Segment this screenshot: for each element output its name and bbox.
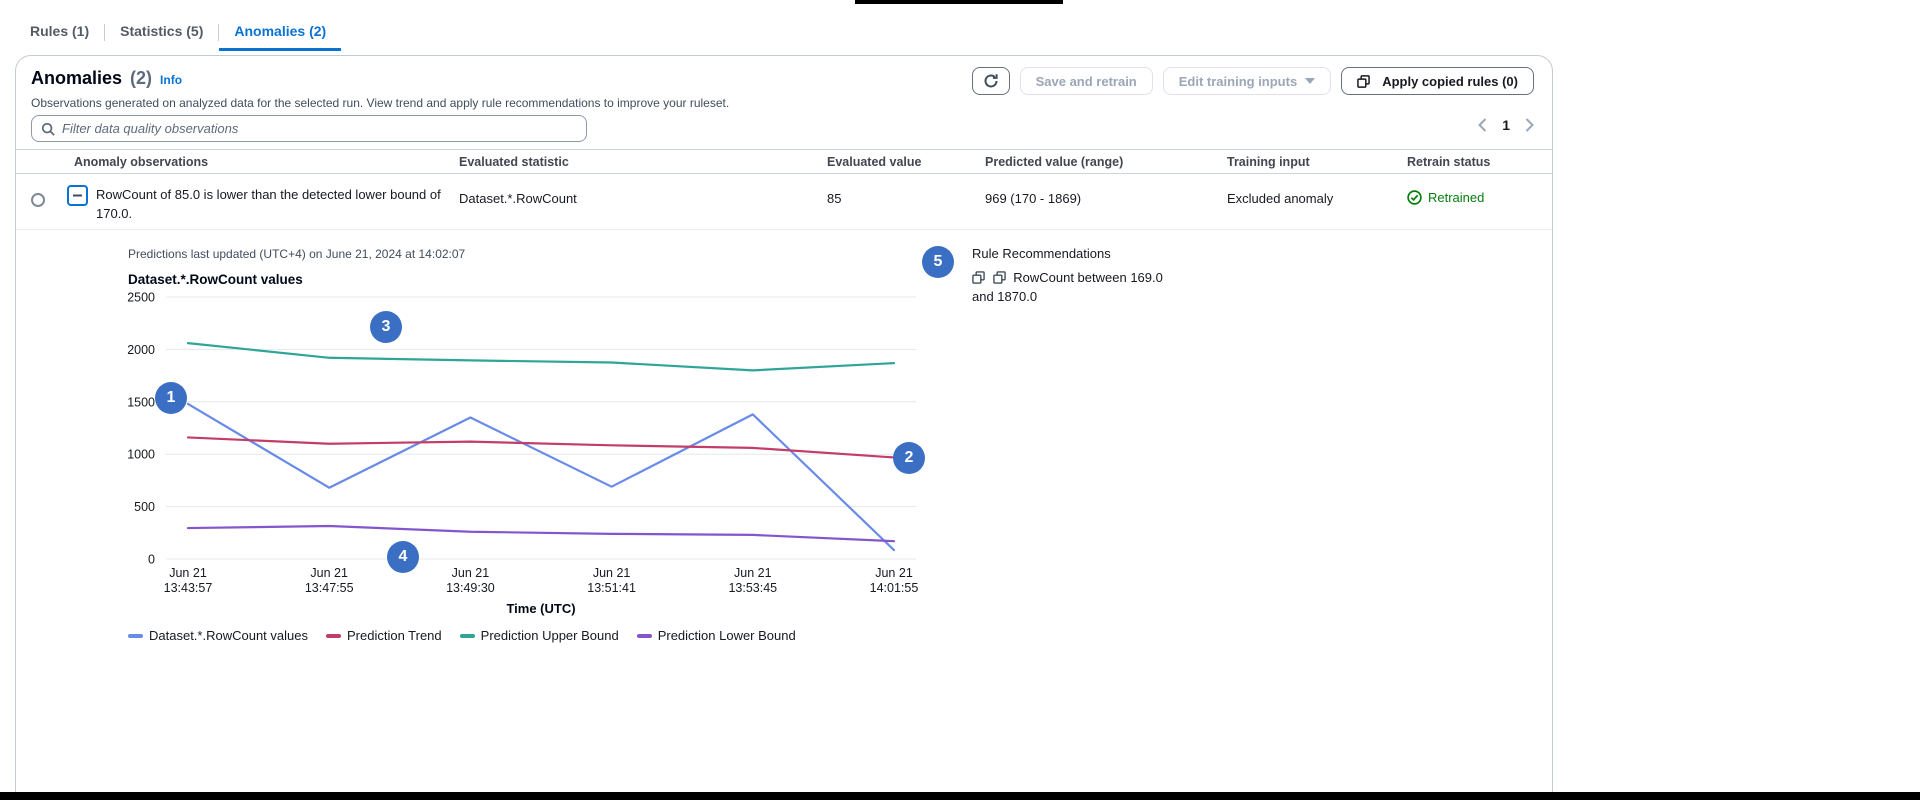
legend-item-3[interactable]: Prediction Lower Bound <box>637 628 796 643</box>
panel-description: Observations generated on analyzed data … <box>31 96 729 110</box>
callout-badge-3: 3 <box>370 311 402 343</box>
chart-title: Dataset.*.RowCount values <box>128 272 303 287</box>
x-tick-label: Jun 21 <box>875 566 913 580</box>
column-header-training-input: Training input <box>1227 155 1407 169</box>
x-tick-label: 13:51:41 <box>587 581 636 595</box>
rule-recommendations: Rule Recommendations RowCount between 16… <box>972 246 1186 306</box>
panel-title: Anomalies <box>31 68 122 89</box>
column-header-evaluated-value: Evaluated value <box>827 155 985 169</box>
x-tick-label: Jun 21 <box>310 566 348 580</box>
retrain-status-cell: Retrained <box>1407 174 1552 229</box>
refresh-icon <box>983 73 999 89</box>
retrain-status-badge: Retrained <box>1428 190 1484 205</box>
caret-down-icon <box>1305 78 1315 84</box>
series-line-0 <box>188 404 894 550</box>
copy-icon[interactable] <box>972 271 985 284</box>
predictions-updated-text: Predictions last updated (UTC+4) on June… <box>128 247 465 261</box>
row-select-cell <box>16 174 74 229</box>
previous-page-button[interactable] <box>1478 118 1487 132</box>
anomaly-observation-text: RowCount of 85.0 is lower than the detec… <box>96 185 448 229</box>
column-header-evaluated-statistic: Evaluated statistic <box>459 155 827 169</box>
column-header-retrain-status: Retrain status <box>1407 155 1552 169</box>
y-tick-label: 1500 <box>127 395 155 409</box>
apply-copied-rules-button[interactable]: Apply copied rules (0) <box>1341 67 1534 95</box>
apply-copied-rules-label: Apply copied rules (0) <box>1382 74 1518 89</box>
search-icon <box>41 122 55 136</box>
edit-training-inputs-label: Edit training inputs <box>1179 74 1297 89</box>
series-line-2 <box>188 343 894 370</box>
table-row: RowCount of 85.0 is lower than the detec… <box>16 174 1552 230</box>
legend-item-1[interactable]: Prediction Trend <box>326 628 442 643</box>
column-header-anomaly-observations: Anomaly observations <box>74 155 459 169</box>
column-header-predicted-value-range: Predicted value (range) <box>985 155 1227 169</box>
info-link[interactable]: Info <box>160 73 182 87</box>
evaluated-value-cell: 85 <box>827 174 985 229</box>
x-tick-label: Jun 21 <box>169 566 207 580</box>
filter-box <box>31 115 587 142</box>
panel-count: (2) <box>130 68 152 89</box>
chart-legend: Dataset.*.RowCount values Prediction Tren… <box>128 628 796 643</box>
x-tick-label: Jun 21 <box>593 566 631 580</box>
y-tick-label: 2500 <box>127 291 155 305</box>
save-and-retrain-button[interactable]: Save and retrain <box>1020 67 1153 95</box>
y-tick-label: 1000 <box>127 448 155 462</box>
predicted-range-cell: 969 (170 - 1869) <box>985 174 1227 229</box>
y-tick-label: 0 <box>148 553 155 567</box>
table-header: Anomaly observations Evaluated statistic… <box>16 149 1552 174</box>
tab-anomalies[interactable]: Anomalies (2) <box>219 16 341 51</box>
collapse-row-toggle[interactable] <box>67 185 88 206</box>
legend-item-0[interactable]: Dataset.*.RowCount values <box>128 628 308 643</box>
legend-marker <box>128 634 143 638</box>
legend-label: Prediction Lower Bound <box>658 628 796 643</box>
y-tick-label: 2000 <box>127 343 155 357</box>
tab-statistics[interactable]: Statistics (5) <box>105 16 218 51</box>
legend-marker <box>460 634 475 638</box>
row-radio-button[interactable] <box>31 193 45 207</box>
callout-badge-4: 4 <box>387 541 419 573</box>
anomalies-panel: Anomalies (2) Info Observations generate… <box>15 55 1553 800</box>
panel-header: Anomalies (2) Info <box>31 68 182 89</box>
x-axis-label: Time (UTC) <box>121 601 961 616</box>
refresh-button[interactable] <box>972 67 1010 95</box>
tab-rules[interactable]: Rules (1) <box>30 16 104 51</box>
page: Rules (1) Statistics (5) Anomalies (2) A… <box>0 0 1920 800</box>
bottom-black-bar <box>0 792 1920 800</box>
x-tick-label: 13:47:55 <box>305 581 354 595</box>
evaluated-statistic-cell: Dataset.*.RowCount <box>459 174 827 229</box>
series-line-3 <box>188 526 894 541</box>
x-tick-label: 13:49:30 <box>446 581 495 595</box>
rule-recommendations-title: Rule Recommendations <box>972 246 1186 261</box>
panel-actions: Save and retrain Edit training inputs Ap… <box>972 67 1534 95</box>
x-tick-label: Jun 21 <box>734 566 772 580</box>
top-black-strip <box>855 0 1063 4</box>
legend-label: Dataset.*.RowCount values <box>149 628 308 643</box>
pagination: 1 <box>1478 117 1534 133</box>
legend-label: Prediction Upper Bound <box>481 628 619 643</box>
page-number[interactable]: 1 <box>1502 117 1510 133</box>
x-tick-label: 13:53:45 <box>728 581 777 595</box>
x-tick-label: 14:01:55 <box>870 581 919 595</box>
training-input-cell: Excluded anomaly <box>1227 174 1407 229</box>
filter-input[interactable] <box>62 121 577 136</box>
legend-marker <box>326 634 341 638</box>
legend-marker <box>637 634 652 638</box>
minus-icon <box>72 190 83 201</box>
check-circle-icon <box>1407 190 1422 205</box>
anomaly-trend-chart[interactable]: 05001000150020002500Jun 2113:43:57Jun 21… <box>121 289 961 601</box>
tab-bar: Rules (1) Statistics (5) Anomalies (2) <box>30 16 341 51</box>
recommended-rule: RowCount between 169.0 and 1870.0 <box>972 268 1186 306</box>
edit-training-inputs-button[interactable]: Edit training inputs <box>1163 67 1331 95</box>
copy-icon[interactable] <box>993 271 1006 284</box>
callout-badge-2: 2 <box>893 442 925 474</box>
legend-label: Prediction Trend <box>347 628 442 643</box>
legend-item-2[interactable]: Prediction Upper Bound <box>460 628 619 643</box>
copy-icon <box>1357 75 1370 88</box>
x-tick-label: 13:43:57 <box>164 581 213 595</box>
next-page-button[interactable] <box>1525 118 1534 132</box>
x-tick-label: Jun 21 <box>452 566 490 580</box>
callout-badge-5: 5 <box>922 246 954 278</box>
observation-cell: RowCount of 85.0 is lower than the detec… <box>67 174 459 229</box>
y-tick-label: 500 <box>134 500 155 514</box>
callout-badge-1: 1 <box>155 382 187 414</box>
